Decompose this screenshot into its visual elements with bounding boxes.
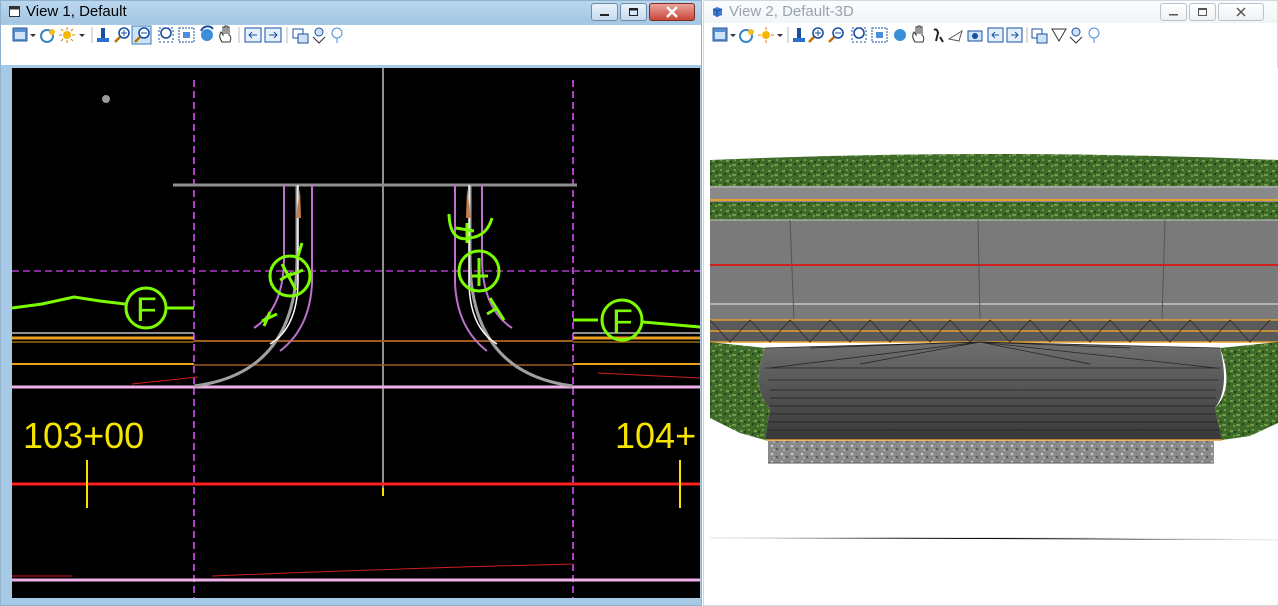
pan-view-icon: [912, 25, 925, 43]
zoom-out-icon: [828, 27, 844, 43]
view2-window[interactable]: View 2, Default-3D: [703, 0, 1278, 606]
previous-view-icon: [244, 27, 262, 43]
view1-title: View 1, Default: [26, 3, 127, 20]
lighting-icon: [758, 27, 774, 43]
view-window-icon: [9, 6, 20, 17]
copy-view-icon: [1031, 28, 1048, 44]
minimize-icon: [600, 14, 609, 16]
svg-text:F: F: [136, 291, 157, 329]
view2-toolbar-icons[interactable]: [704, 25, 1278, 45]
zoom-in-icon: [114, 27, 130, 43]
station-label-104: 104+: [615, 415, 697, 456]
close-icon: [666, 6, 678, 18]
minimize-button[interactable]: [591, 3, 618, 21]
window-area-icon: [158, 27, 174, 43]
plan-view-drawing: F F: [12, 68, 700, 598]
maximize-icon: [1198, 8, 1207, 16]
3d-model-rendering: [710, 154, 1278, 541]
camera-icon: [967, 30, 983, 42]
next-view-icon: [264, 27, 282, 43]
view2-3d-canvas[interactable]: [710, 68, 1278, 604]
window-area-icon: [851, 27, 867, 43]
3d-view-icon: [712, 7, 723, 17]
view1-titlebar[interactable]: View 1, Default: [1, 1, 701, 23]
svg-text:F: F: [612, 303, 633, 341]
view1-window[interactable]: View 1, Default F F 103+00 104+: [0, 0, 702, 606]
view2-titlebar[interactable]: View 2, Default-3D: [704, 1, 1277, 23]
copy-view-icon: [292, 28, 309, 44]
minimize-button[interactable]: [1160, 3, 1187, 21]
maximize-button[interactable]: [1189, 3, 1216, 21]
clip-mask-icon: [1069, 27, 1083, 44]
update-view-icon: [97, 28, 109, 42]
update-view-icon: [793, 28, 805, 42]
rotate-view-icon: [200, 25, 214, 41]
lighting-icon: [59, 27, 75, 43]
previous-view-icon: [987, 27, 1004, 43]
clip-front-icon: [1088, 27, 1100, 43]
view1-toolbar-icons[interactable]: [1, 25, 703, 45]
station-label-103: 103+00: [23, 415, 145, 456]
clip-volume-icon: [312, 27, 326, 44]
close-button[interactable]: [649, 3, 695, 21]
maximize-button[interactable]: [620, 3, 647, 21]
chevron-down-icon: [30, 34, 36, 37]
pan-view-icon: [219, 25, 232, 43]
close-icon: [1236, 7, 1246, 17]
view1-cad-canvas[interactable]: F F 103+00 104+: [12, 68, 700, 598]
fit-view-icon: [871, 27, 888, 43]
level-display-icon: [40, 29, 55, 43]
clip-mask-icon: [331, 27, 343, 43]
maximize-icon: [629, 8, 638, 16]
clip-volume-icon: [1051, 28, 1067, 42]
zoom-in-icon: [808, 27, 824, 43]
fly-icon: [947, 29, 963, 42]
minimize-icon: [1169, 14, 1178, 16]
view1-toolbar: [1, 25, 701, 65]
level-display-icon: [739, 29, 754, 43]
view-display-icon: [12, 27, 28, 42]
view-display-icon: [712, 27, 728, 42]
view2-title: View 2, Default-3D: [729, 3, 854, 20]
next-view-icon: [1006, 27, 1023, 43]
fit-view-icon: [178, 27, 195, 43]
view2-toolbar: [704, 25, 1277, 65]
walk-icon: [933, 28, 944, 43]
close-button[interactable]: [1218, 3, 1264, 21]
rotate-view-icon: [894, 29, 906, 41]
